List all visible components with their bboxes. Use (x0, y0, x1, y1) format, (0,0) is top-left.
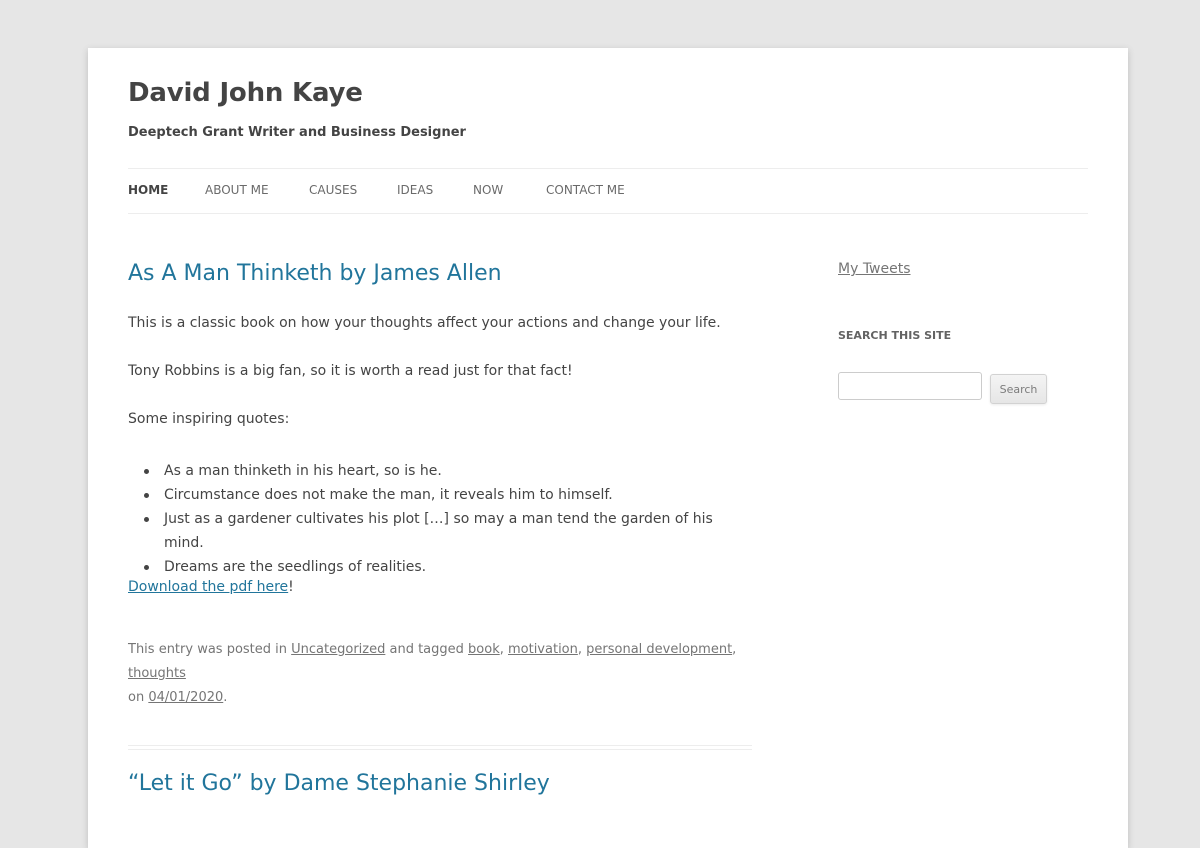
search-button[interactable]: Search (990, 374, 1047, 404)
list-item: Just as a gardener cultivates his plot [… (128, 507, 752, 555)
site-title[interactable]: David John Kaye (128, 78, 363, 108)
nav-item-about-me[interactable]: ABOUT ME (205, 183, 269, 197)
post-separator (128, 745, 752, 750)
download-pdf-link[interactable]: Download the pdf here (128, 579, 288, 595)
meta-text: and tagged (385, 642, 469, 657)
tag-link[interactable]: motivation (508, 642, 578, 657)
tag-link[interactable]: book (468, 642, 500, 657)
meta-text: on (128, 690, 149, 705)
meta-comma: , (577, 642, 587, 657)
date-link[interactable]: 04/01/2020 (148, 690, 223, 705)
search-widget-title: SEARCH THIS SITE (838, 329, 952, 342)
main-navigation: HOME ABOUT ME CAUSES IDEAS NOW CONTACT M… (128, 168, 1088, 214)
quotes-list: As a man thinketh in his heart, so is he… (128, 459, 752, 579)
nav-item-contact-me[interactable]: CONTACT ME (546, 183, 625, 197)
post-title[interactable]: As A Man Thinketh by James Allen (128, 261, 502, 286)
post-paragraph: Tony Robbins is a big fan, so it is wort… (128, 363, 573, 379)
nav-item-causes[interactable]: CAUSES (309, 183, 357, 197)
list-item: Circumstance does not make the man, it r… (128, 483, 752, 507)
post-paragraph: This is a classic book on how your thoug… (128, 315, 721, 331)
nav-item-home[interactable]: HOME (128, 183, 168, 197)
tag-link[interactable]: personal development (586, 642, 732, 657)
entry-meta: This entry was posted in Uncategorized a… (128, 638, 768, 710)
tag-link[interactable]: thoughts (128, 666, 186, 681)
meta-comma: , (499, 642, 508, 657)
post-paragraph: Some inspiring quotes: (128, 411, 290, 427)
search-input[interactable] (838, 372, 982, 400)
exclamation: ! (288, 579, 294, 595)
my-tweets-link[interactable]: My Tweets (838, 261, 911, 277)
meta-text: This entry was posted in (128, 642, 292, 657)
page-container: David John Kaye Deeptech Grant Writer an… (88, 48, 1128, 848)
post-title[interactable]: “Let it Go” by Dame Stephanie Shirley (128, 771, 550, 796)
list-item: As a man thinketh in his heart, so is he… (128, 459, 752, 483)
category-link[interactable]: Uncategorized (291, 642, 385, 657)
list-item: Dreams are the seedlings of realities. (128, 555, 752, 579)
nav-item-ideas[interactable]: IDEAS (397, 183, 433, 197)
site-description: Deeptech Grant Writer and Business Desig… (128, 125, 466, 140)
download-paragraph: Download the pdf here! (128, 579, 294, 595)
meta-comma: , (732, 642, 737, 657)
meta-text: . (223, 690, 228, 705)
nav-item-now[interactable]: NOW (473, 183, 503, 197)
